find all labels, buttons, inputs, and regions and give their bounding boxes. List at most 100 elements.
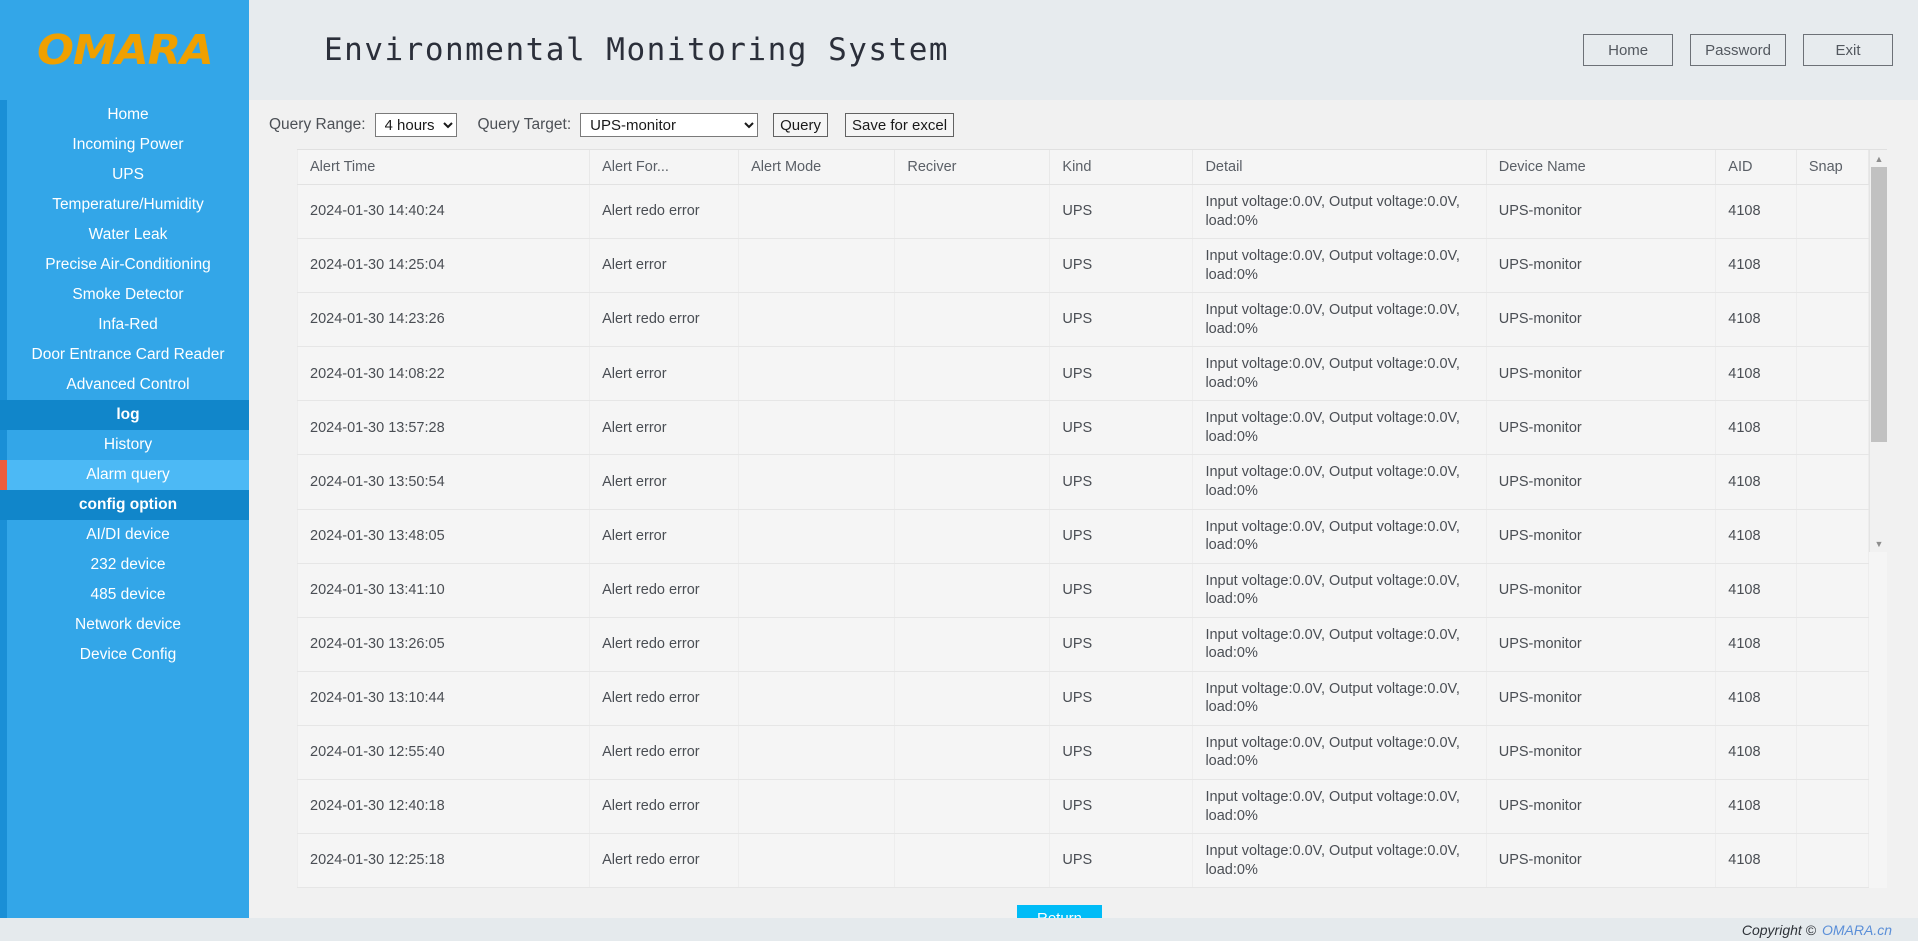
cell-kind: UPS — [1050, 834, 1193, 888]
table-row[interactable]: 2024-01-30 14:08:22 Alert error UPS Inpu… — [298, 347, 1869, 401]
column-header-detail[interactable]: Detail — [1193, 150, 1486, 185]
cell-detail: Input voltage:0.0V, Output voltage:0.0V,… — [1193, 671, 1486, 725]
sidebar-item-ups[interactable]: UPS — [0, 160, 249, 190]
cell-device-name: UPS-monitor — [1486, 239, 1716, 293]
cell-kind: UPS — [1050, 563, 1193, 617]
cell-aid: 4108 — [1716, 239, 1797, 293]
cell-alert-for: Alert error — [590, 347, 739, 401]
sidebar-item-infa-red[interactable]: Infa-Red — [0, 310, 249, 340]
save-for-excel-button[interactable]: Save for excel — [845, 113, 954, 137]
cell-device-name: UPS-monitor — [1486, 401, 1716, 455]
cell-alert-for: Alert error — [590, 455, 739, 509]
page-title-container: Environmental Monitoring System — [249, 0, 1583, 100]
sidebar-item-advanced-control[interactable]: Advanced Control — [0, 370, 249, 400]
table-row[interactable]: 2024-01-30 13:10:44 Alert redo error UPS… — [298, 671, 1869, 725]
sidebar-item-232-device[interactable]: 232 device — [0, 550, 249, 580]
sidebar-item-temperature-humidity[interactable]: Temperature/Humidity — [0, 190, 249, 220]
sidebar-section-config-option: config option — [0, 490, 249, 520]
table-row[interactable]: 2024-01-30 13:41:10 Alert redo error UPS… — [298, 563, 1869, 617]
cell-device-name: UPS-monitor — [1486, 347, 1716, 401]
sidebar-item-door-entrance-card-reader[interactable]: Door Entrance Card Reader — [0, 340, 249, 370]
cell-reciver — [895, 671, 1050, 725]
query-range-select[interactable]: 4 hours — [375, 113, 457, 137]
sidebar-item-network-device[interactable]: Network device — [0, 610, 249, 640]
query-target-select[interactable]: UPS-monitor — [580, 113, 758, 137]
table-row[interactable]: 2024-01-30 12:40:18 Alert redo error UPS… — [298, 780, 1869, 834]
cell-alert-for: Alert redo error — [590, 563, 739, 617]
column-header-alert-mode[interactable]: Alert Mode — [739, 150, 895, 185]
cell-aid: 4108 — [1716, 671, 1797, 725]
column-header-aid[interactable]: AID — [1716, 150, 1797, 185]
table-row[interactable]: 2024-01-30 13:57:28 Alert error UPS Inpu… — [298, 401, 1869, 455]
cell-detail: Input voltage:0.0V, Output voltage:0.0V,… — [1193, 725, 1486, 779]
scroll-up-arrow-icon[interactable]: ▲ — [1870, 150, 1888, 167]
column-header-alert-for[interactable]: Alert For... — [590, 150, 739, 185]
table-row[interactable]: 2024-01-30 13:50:54 Alert error UPS Inpu… — [298, 455, 1869, 509]
cell-alert-mode — [739, 725, 895, 779]
page-footer: Copyright © OMARA.cn — [0, 918, 1918, 941]
table-row[interactable]: 2024-01-30 12:25:18 Alert redo error UPS… — [298, 834, 1869, 888]
cell-snap — [1796, 617, 1868, 671]
column-header-snap[interactable]: Snap — [1796, 150, 1868, 185]
cell-snap — [1796, 834, 1868, 888]
sidebar-item-485-device[interactable]: 485 device — [0, 580, 249, 610]
table-row[interactable]: 2024-01-30 14:25:04 Alert error UPS Inpu… — [298, 239, 1869, 293]
cell-device-name: UPS-monitor — [1486, 725, 1716, 779]
sidebar-item-water-leak[interactable]: Water Leak — [0, 220, 249, 250]
home-button[interactable]: Home — [1583, 34, 1673, 66]
column-header-alert-time[interactable]: Alert Time — [298, 150, 590, 185]
cell-reciver — [895, 617, 1050, 671]
cell-alert-for: Alert redo error — [590, 725, 739, 779]
table-row[interactable]: 2024-01-30 14:23:26 Alert redo error UPS… — [298, 293, 1869, 347]
cell-alert-for: Alert redo error — [590, 780, 739, 834]
sidebar-item-smoke-detector[interactable]: Smoke Detector — [0, 280, 249, 310]
cell-detail: Input voltage:0.0V, Output voltage:0.0V,… — [1193, 563, 1486, 617]
cell-kind: UPS — [1050, 347, 1193, 401]
cell-alert-mode — [739, 617, 895, 671]
scroll-down-arrow-icon[interactable]: ▼ — [1870, 535, 1888, 552]
scrollbar-track[interactable] — [1870, 167, 1888, 535]
column-header-kind[interactable]: Kind — [1050, 150, 1193, 185]
cell-reciver — [895, 455, 1050, 509]
cell-detail: Input voltage:0.0V, Output voltage:0.0V,… — [1193, 293, 1486, 347]
cell-kind: UPS — [1050, 725, 1193, 779]
cell-alert-for: Alert redo error — [590, 185, 739, 239]
table-header-row: Alert Time Alert For... Alert Mode Reciv… — [298, 150, 1869, 185]
copyright-link[interactable]: OMARA.cn — [1822, 922, 1892, 938]
table-row[interactable]: 2024-01-30 12:55:40 Alert redo error UPS… — [298, 725, 1869, 779]
scrollbar-thumb[interactable] — [1871, 167, 1887, 442]
sidebar-item-device-config[interactable]: Device Config — [0, 640, 249, 670]
cell-detail: Input voltage:0.0V, Output voltage:0.0V,… — [1193, 347, 1486, 401]
sidebar-item-alarm-query[interactable]: Alarm query — [0, 460, 249, 490]
cell-detail: Input voltage:0.0V, Output voltage:0.0V,… — [1193, 455, 1486, 509]
sidebar-item-precise-air-conditioning[interactable]: Precise Air-Conditioning — [0, 250, 249, 280]
cell-detail: Input voltage:0.0V, Output voltage:0.0V,… — [1193, 617, 1486, 671]
cell-alert-mode — [739, 347, 895, 401]
page-title: Environmental Monitoring System — [324, 32, 949, 68]
password-button[interactable]: Password — [1690, 34, 1786, 66]
cell-aid: 4108 — [1716, 455, 1797, 509]
sidebar-item-ai-di-device[interactable]: AI/DI device — [0, 520, 249, 550]
application-root: OMARA Environmental Monitoring System Ho… — [0, 0, 1918, 941]
table-row[interactable]: 2024-01-30 14:40:24 Alert redo error UPS… — [298, 185, 1869, 239]
sidebar-navigation: Home Incoming Power UPS Temperature/Humi… — [0, 100, 249, 918]
cell-alert-time: 2024-01-30 14:23:26 — [298, 293, 590, 347]
query-button[interactable]: Query — [773, 113, 828, 137]
cell-reciver — [895, 563, 1050, 617]
cell-reciver — [895, 780, 1050, 834]
cell-alert-for: Alert redo error — [590, 293, 739, 347]
table-vertical-scrollbar[interactable]: ▲ ▼ — [1869, 150, 1887, 552]
cell-aid: 4108 — [1716, 780, 1797, 834]
column-header-device-name[interactable]: Device Name — [1486, 150, 1716, 185]
exit-button[interactable]: Exit — [1803, 34, 1893, 66]
table-row[interactable]: 2024-01-30 13:26:05 Alert redo error UPS… — [298, 617, 1869, 671]
cell-detail: Input voltage:0.0V, Output voltage:0.0V,… — [1193, 834, 1486, 888]
sidebar-item-history[interactable]: History — [0, 430, 249, 460]
cell-alert-time: 2024-01-30 12:40:18 — [298, 780, 590, 834]
sidebar-item-incoming-power[interactable]: Incoming Power — [0, 130, 249, 160]
table-row[interactable]: 2024-01-30 13:48:05 Alert error UPS Inpu… — [298, 509, 1869, 563]
sidebar-item-home[interactable]: Home — [0, 100, 249, 130]
column-header-reciver[interactable]: Reciver — [895, 150, 1050, 185]
cell-alert-time: 2024-01-30 13:26:05 — [298, 617, 590, 671]
cell-kind: UPS — [1050, 671, 1193, 725]
